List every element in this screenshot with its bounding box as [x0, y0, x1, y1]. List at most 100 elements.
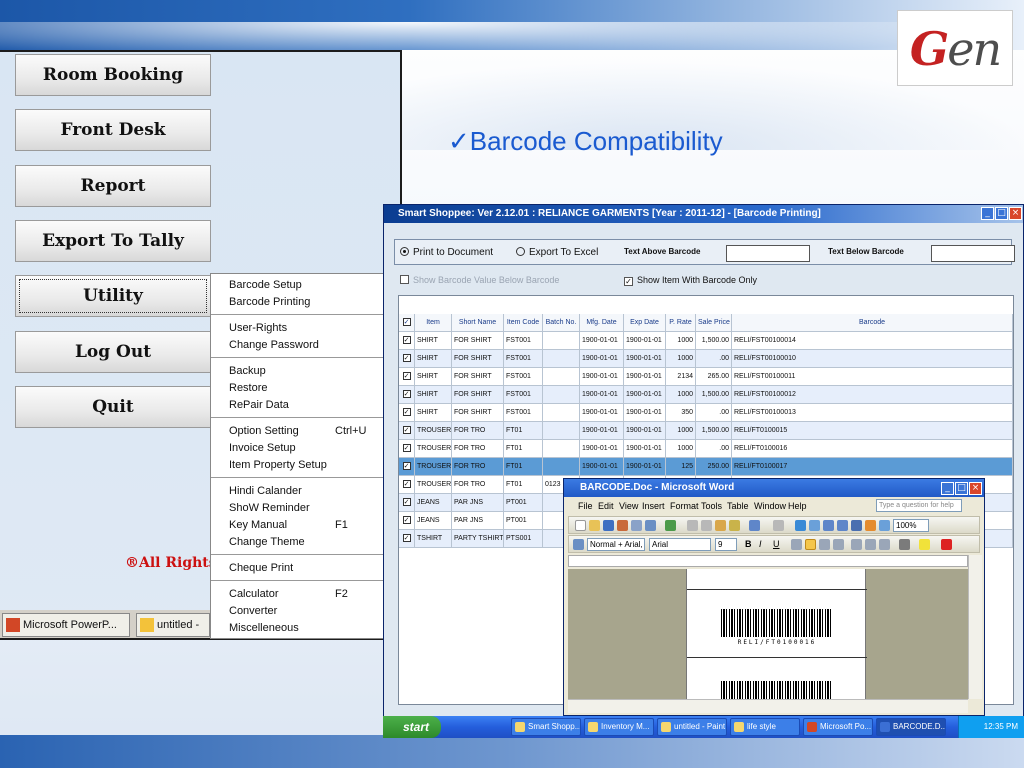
row-checkbox[interactable]: ✓ [399, 476, 415, 494]
print-icon[interactable] [631, 520, 642, 531]
doc-map-icon[interactable] [879, 520, 890, 531]
task-powerpoint[interactable]: Microsoft Po... [803, 718, 873, 736]
word-menu-edit[interactable]: Edit [598, 501, 614, 511]
permission-icon[interactable] [617, 520, 628, 531]
show-value-below-checkbox[interactable]: Show Barcode Value Below Barcode [400, 275, 559, 285]
row-checkbox[interactable]: ✓ [399, 350, 415, 368]
align-left-icon[interactable] [791, 539, 802, 550]
tables-icon[interactable] [809, 520, 820, 531]
word-menu-insert[interactable]: Insert [642, 501, 665, 511]
numbering-icon[interactable] [851, 539, 862, 550]
menu-item-property-setup[interactable]: Item Property Setup [229, 457, 379, 473]
table-row[interactable]: ✓ TROUSER FOR TRO FT01 1900-01-01 1900-01-01 1… [399, 440, 1013, 458]
quit-button[interactable]: Quit [15, 386, 211, 428]
zoom-select[interactable]: 100% [893, 519, 929, 532]
style-select[interactable]: Normal + Arial, [587, 538, 645, 551]
redo-icon[interactable] [773, 520, 784, 531]
word-menu-tools[interactable]: Tools [701, 501, 722, 511]
border-icon[interactable] [899, 539, 910, 550]
row-checkbox[interactable]: ✓ [399, 368, 415, 386]
bullets-icon[interactable] [865, 539, 876, 550]
menu-option-setting[interactable]: Option Setting Ctrl+U [229, 423, 379, 439]
menu-backup[interactable]: Backup [229, 363, 379, 379]
menu-hindi-calander[interactable]: Hindi Calander [229, 483, 379, 499]
table-row[interactable]: ✓ SHIRT FOR SHIRT FST001 1900-01-01 1900-01-0… [399, 404, 1013, 422]
word-menu-help[interactable]: Help [788, 501, 807, 511]
taskbar-paint[interactable]: untitled - [136, 613, 210, 637]
menu-miscelleneous[interactable]: Miscelleneous [229, 620, 379, 636]
row-checkbox[interactable]: ✓ [399, 332, 415, 350]
align-right-icon[interactable] [819, 539, 830, 550]
drawing-icon[interactable] [865, 520, 876, 531]
preview-icon[interactable] [645, 520, 656, 531]
row-checkbox[interactable]: ✓ [399, 458, 415, 476]
menu-repair-data[interactable]: RePair Data [229, 397, 379, 413]
export-to-excel-radio[interactable]: Export To Excel [516, 247, 598, 258]
word-maximize-button[interactable]: □ [955, 482, 968, 495]
print-to-document-radio[interactable]: Print to Document [400, 247, 493, 258]
menu-restore[interactable]: Restore [229, 380, 379, 396]
task-inventory[interactable]: Inventory M... [584, 718, 654, 736]
text-below-input[interactable] [931, 245, 1015, 262]
menu-converter[interactable]: Converter [229, 603, 379, 619]
columns-icon[interactable] [851, 520, 862, 531]
excel-icon[interactable] [837, 520, 848, 531]
maximize-button[interactable]: □ [995, 207, 1008, 220]
menu-change-password[interactable]: Change Password [229, 337, 379, 353]
font-select[interactable]: Arial [649, 538, 711, 551]
indent-icon[interactable] [879, 539, 890, 550]
word-menu-window[interactable]: Window [754, 501, 786, 511]
menu-cheque-print[interactable]: Cheque Print [229, 560, 379, 576]
menu-calculator[interactable]: Calculator F2 [229, 586, 379, 602]
open-icon[interactable] [589, 520, 600, 531]
report-button[interactable]: Report [15, 165, 211, 207]
front-desk-button[interactable]: Front Desk [15, 109, 211, 151]
row-checkbox[interactable]: ✓ [399, 440, 415, 458]
cut-icon[interactable] [687, 520, 698, 531]
insert-table-icon[interactable] [823, 520, 834, 531]
row-checkbox[interactable]: ✓ [399, 530, 415, 548]
italic-icon[interactable]: I [759, 539, 770, 550]
spelling-icon[interactable] [665, 520, 676, 531]
justify-icon[interactable] [833, 539, 844, 550]
select-all-checkbox[interactable]: ✓ [399, 314, 415, 332]
room-booking-button[interactable]: Room Booking [15, 54, 211, 96]
table-row[interactable]: ✓ TROUSER FOR TRO FT01 1900-01-01 1900-01-01 1… [399, 458, 1013, 476]
horizontal-scrollbar[interactable] [568, 699, 968, 713]
question-input[interactable]: Type a question for help [876, 499, 962, 512]
close-button[interactable]: × [1009, 207, 1022, 220]
bold-icon[interactable]: B [745, 539, 756, 550]
menu-user-rights[interactable]: User-Rights [229, 320, 379, 336]
font-size-select[interactable]: 9 [715, 538, 737, 551]
vertical-scrollbar[interactable] [968, 555, 982, 699]
font-color-icon[interactable] [941, 539, 952, 550]
word-menu-file[interactable]: File [578, 501, 593, 511]
table-row[interactable]: ✓ TROUSER FOR TRO FT01 1900-01-01 1900-01-01 1… [399, 422, 1013, 440]
taskbar-powerpoint[interactable]: Microsoft PowerP... [2, 613, 130, 637]
menu-barcode-printing[interactable]: Barcode Printing [229, 294, 379, 310]
paste-icon[interactable] [715, 520, 726, 531]
text-above-input[interactable] [726, 245, 810, 262]
align-center-icon[interactable] [805, 539, 816, 550]
show-item-with-barcode-checkbox[interactable]: ✓ Show Item With Barcode Only [624, 275, 757, 286]
task-word[interactable]: BARCODE.D... [876, 718, 946, 736]
utility-button[interactable]: Utility [15, 275, 211, 317]
start-button[interactable]: start [383, 716, 441, 738]
menu-barcode-setup[interactable]: Barcode Setup [229, 277, 379, 293]
new-doc-icon[interactable] [575, 520, 586, 531]
row-checkbox[interactable]: ✓ [399, 386, 415, 404]
task-life-style[interactable]: life style [730, 718, 800, 736]
undo-icon[interactable] [749, 520, 760, 531]
menu-show-reminder[interactable]: ShoW Reminder [229, 500, 379, 516]
word-close-button[interactable]: × [969, 482, 982, 495]
format-painter-icon[interactable] [729, 520, 740, 531]
menu-key-manual[interactable]: Key Manual F1 [229, 517, 379, 533]
export-to-tally-button[interactable]: Export To Tally [15, 220, 211, 262]
table-row[interactable]: ✓ SHIRT FOR SHIRT FST001 1900-01-01 1900-01-0… [399, 386, 1013, 404]
row-checkbox[interactable]: ✓ [399, 404, 415, 422]
task-paint[interactable]: untitled - Paint [657, 718, 727, 736]
row-checkbox[interactable]: ✓ [399, 512, 415, 530]
word-menu-format[interactable]: Format [670, 501, 699, 511]
word-minimize-button[interactable]: _ [941, 482, 954, 495]
table-row[interactable]: ✓ SHIRT FOR SHIRT FST001 1900-01-01 1900-01-0… [399, 368, 1013, 386]
